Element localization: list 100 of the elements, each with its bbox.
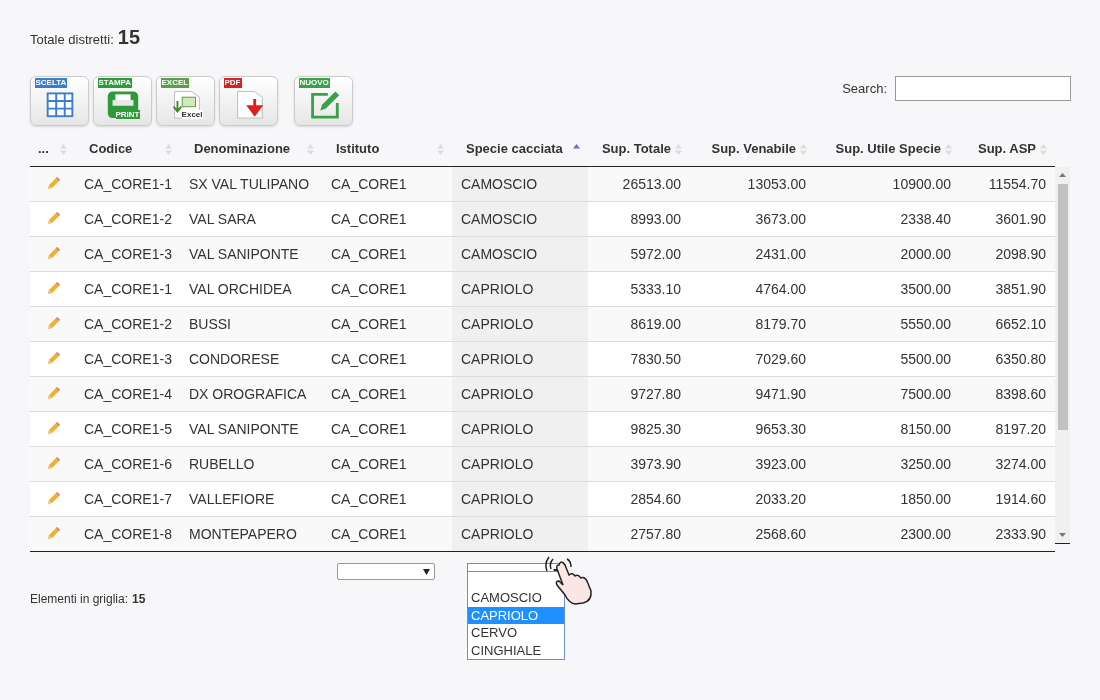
pencil-icon[interactable] (45, 492, 60, 506)
column-header[interactable]: Sup. Venabile (690, 132, 815, 166)
sort-icon (60, 143, 67, 155)
table-cell: CAPRIOLO (452, 447, 588, 481)
pencil-icon[interactable] (45, 422, 60, 436)
pencil-icon[interactable] (45, 212, 60, 226)
scroll-up-icon[interactable] (1059, 173, 1066, 177)
table-cell-text: 2568.60 (754, 524, 807, 544)
sort-icon (437, 143, 444, 155)
table-cell-text: CA_CORE1-1 (83, 279, 173, 299)
table-cell-text: CA_CORE1 (330, 384, 408, 404)
dropdown-option[interactable]: CINGHIALE (468, 641, 564, 659)
icon-tag: EXCEL (160, 78, 190, 88)
column-header[interactable]: Sup. ASP (960, 132, 1055, 166)
table-cell-text: CA_CORE1 (330, 314, 408, 334)
column-header[interactable]: ... (30, 132, 75, 166)
table-cell: CAPRIOLO (452, 482, 588, 516)
table-cell-text: 10900.00 (891, 174, 952, 194)
table-cell-text: CA_CORE1-8 (83, 524, 173, 544)
column-header[interactable]: Specie cacciata (452, 132, 588, 166)
table-cell-text: VALLEFIORE (188, 489, 276, 509)
column-header[interactable]: Sup. Utile Specie (815, 132, 960, 166)
table-cell-text: 2854.60 (629, 489, 682, 509)
search-field[interactable] (895, 76, 1071, 101)
sort-icon (1040, 143, 1047, 155)
table-cell-text: VAL SANIPONTE (188, 244, 300, 264)
table-cell-text: CA_CORE1 (330, 489, 408, 509)
table-cell-text: 26513.00 (621, 174, 682, 194)
table-cell-text: 8398.60 (994, 384, 1047, 404)
table-cell-text: 11554.70 (987, 174, 1047, 194)
scrollbar[interactable] (1055, 167, 1070, 544)
table-cell-text: 6652.10 (994, 314, 1047, 334)
column-header[interactable]: Denominazione (180, 132, 322, 166)
toolbar-button[interactable]: SCELTA (30, 76, 89, 126)
table-cell-text: 7500.00 (899, 384, 952, 404)
table-cell-text: 9825.30 (629, 419, 682, 439)
table-cell: CAPRIOLO (452, 272, 588, 306)
table-cell-text: CA_CORE1-4 (83, 384, 173, 404)
icon-tag: PDF (223, 78, 242, 88)
pencil-icon[interactable] (45, 317, 60, 331)
table-cell-text: CA_CORE1 (330, 419, 408, 439)
table-cell: CAMOSCIO (452, 167, 588, 201)
table-cell-text: 5500.00 (899, 349, 952, 369)
table-cell-text: 1914.60 (994, 489, 1047, 509)
table-cell-text: 4764.00 (754, 279, 807, 299)
table-cell-text: 3973.90 (629, 454, 682, 474)
table-cell-text: MONTEPAPERO (188, 524, 298, 544)
table-cell-text: 3274.00 (994, 454, 1047, 474)
icon-tag: STAMPA (97, 78, 133, 88)
dropdown-option[interactable]: CAMOSCIO (468, 589, 564, 607)
pencil-icon[interactable] (45, 527, 60, 541)
column-header[interactable]: Codice (75, 132, 180, 166)
sort-icon (165, 143, 172, 155)
toolbar-button[interactable]: EXCEL Excel (156, 76, 215, 126)
table-cell-text: 3673.00 (754, 209, 807, 229)
pencil-icon[interactable] (45, 387, 60, 401)
table-cell: CAPRIOLO (452, 342, 588, 376)
sort-icon (945, 143, 952, 155)
table-cell-text: 2338.40 (899, 209, 952, 229)
table-cell-text: 2757.80 (629, 524, 682, 544)
pencil-icon[interactable] (45, 352, 60, 366)
pencil-icon[interactable] (45, 247, 60, 261)
toolbar-button[interactable]: STAMPA PRINT (93, 76, 152, 126)
table-cell-text: RUBELLO (188, 454, 256, 474)
table-cell-text: 8993.00 (629, 209, 682, 229)
pencil-icon[interactable] (45, 457, 60, 471)
pencil-icon[interactable] (45, 282, 60, 296)
total-label: Totale distretti: (30, 31, 114, 49)
table-cell-text: CONDORESE (188, 349, 281, 369)
table-cell-text: VAL SANIPONTE (188, 419, 300, 439)
table-cell: CAMOSCIO (452, 237, 588, 271)
table-cell-text: 2000.00 (899, 244, 952, 264)
table-cell: CAPRIOLO (452, 412, 588, 446)
table-cell-text: 3923.00 (754, 454, 807, 474)
grid-count: 15 (132, 591, 146, 608)
icon-tag: Excel (181, 110, 203, 119)
table-cell-text: DX OROGRAFICA (188, 384, 308, 404)
column-header[interactable]: Sup. Totale (588, 132, 690, 166)
table-cell: CAPRIOLO (452, 377, 588, 411)
table-cell-text: CA_CORE1 (330, 209, 408, 229)
table-cell-text: CA_CORE1-3 (83, 244, 173, 264)
toolbar-button[interactable]: PDF (219, 76, 278, 126)
table-cell-text: CA_CORE1-1 (83, 174, 173, 194)
table-cell-text: CA_CORE1 (330, 524, 408, 544)
scroll-down-icon[interactable] (1059, 533, 1066, 537)
istituto-filter[interactable] (337, 563, 435, 580)
table-cell-text: 8197.20 (994, 419, 1047, 439)
table-cell-text: CA_CORE1-2 (83, 314, 173, 334)
table-cell-text: 8179.70 (754, 314, 807, 334)
column-header[interactable]: Istituto (322, 132, 452, 166)
sort-icon (800, 143, 807, 155)
table-cell-text: 9727.80 (629, 384, 682, 404)
table-cell-text: 3500.00 (899, 279, 952, 299)
table-cell-text: SX VAL TULIPANO (188, 174, 311, 194)
search-label: Search: (842, 79, 887, 98)
dropdown-option[interactable]: CERVO (468, 624, 564, 642)
table-cell-text: 2333.90 (994, 524, 1047, 544)
table-cell-text: 8150.00 (899, 419, 952, 439)
scroll-thumb[interactable] (1058, 184, 1068, 430)
pencil-icon[interactable] (45, 177, 60, 191)
